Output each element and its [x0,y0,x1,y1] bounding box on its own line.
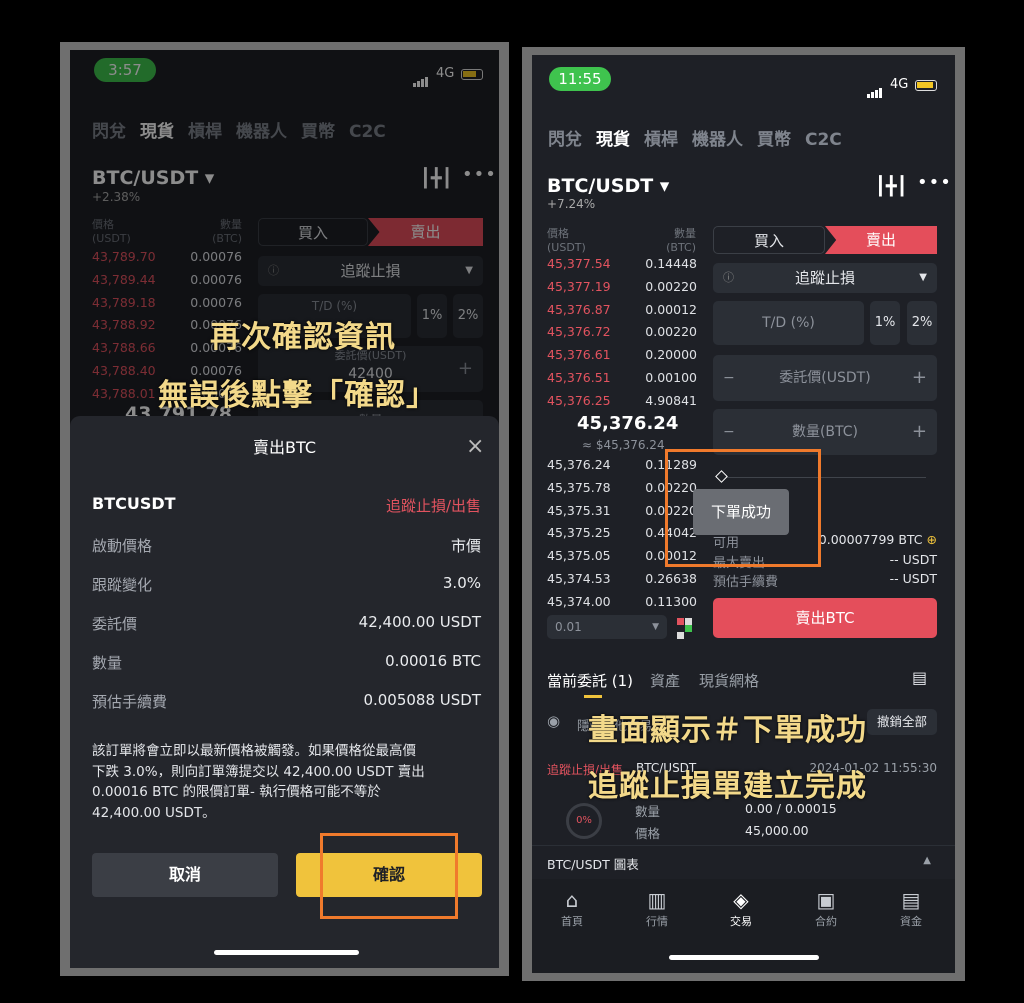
caption-line-1: 再次確認資訊 [210,320,396,355]
sell-btc-button[interactable]: 賣出BTC [713,598,937,638]
ask-row[interactable]: 45,376.72 0.00220 [547,321,697,344]
fee-value: -- USDT [889,571,937,586]
depth-select[interactable]: 0.01 ▼ [547,615,667,639]
header-qty: 數量 (BTC) [666,227,696,254]
nav-wallet[interactable]: ▤ 資金 [881,887,941,929]
candlestick-icon[interactable]: ┃╋┃ [875,176,908,197]
chart-bar[interactable]: BTC/USDT 圖表 ▲ [532,845,955,879]
price-change: +7.24% [547,197,596,211]
tab-spot[interactable]: 現貨 [596,130,630,150]
bid-row[interactable]: 45,374.00 0.11300 [547,591,697,614]
ask-list: 45,377.54 0.14448 45,377.19 0.00220 45,376… [547,253,697,413]
row-label-trigger: 啟動價格 [92,537,153,555]
ask-row[interactable]: 45,376.61 0.20000 [547,344,697,367]
home-indicator [669,955,819,960]
td-input[interactable]: T/D (%) [713,301,864,345]
pair-selector[interactable]: BTC/USDT ▾ [547,175,669,197]
ask-row[interactable]: 45,376.51 0.00100 [547,367,697,390]
order-history-icon[interactable]: ▤ [912,668,927,687]
tab-c2c[interactable]: C2C [805,130,842,150]
chevron-down-icon: ▼ [919,272,927,283]
row-value-trigger: 市價 [450,537,481,555]
home-indicator [214,950,359,955]
network-label: 4G [890,77,909,92]
left-phone-screen: 3:57 4G 閃兌 現貨 槓桿 機器人 買幣 C2C BTC/USDT ▾ +2.38%… [70,50,499,968]
trade-icon: ◈ [733,888,749,912]
buy-tab[interactable]: 買入 [713,226,825,254]
plus-icon[interactable]: + [912,355,927,401]
row-value-fee: 0.005088 USDT [363,691,481,709]
nav-home[interactable]: ⌂ 首頁 [542,887,602,929]
row-label-trailing: 跟蹤變化 [92,576,153,594]
bar-chart-icon: ▥ [647,888,667,912]
chevron-down-icon: ▼ [652,622,659,632]
signal-icon [867,79,883,98]
cancel-all-button[interactable]: 撤銷全部 [867,709,937,735]
row-label-fee: 預估手續費 [92,693,168,711]
sheet-order-kind: 追蹤止損/出售 [385,497,481,515]
row-value-qty: 0.00016 BTC [385,652,481,670]
chevron-up-icon[interactable]: ▲ [923,855,931,866]
home-icon: ⌂ [565,888,579,912]
order-price-label: 價格 [635,826,661,841]
nav-trade[interactable]: ◈ 交易 [711,887,771,929]
check-icon[interactable]: ◉ [547,712,560,730]
tab-buy-crypto[interactable]: 買幣 [757,130,791,150]
row-value-trailing: 3.0% [442,574,481,592]
order-type-select[interactable]: ⓘ 追蹤止損 ▼ [713,263,937,293]
sheet-note: 該訂單將會立即以最新價格被觸發。如果價格從最高價 下跌 3.0%，則向訂單簿提交以… [92,743,425,821]
plus-icon[interactable]: + [912,409,927,455]
info-icon: ⓘ [723,271,734,284]
sheet-symbol: BTCUSDT [92,494,176,513]
sheet-title: 賣出BTC [253,438,316,457]
bid-row[interactable]: 45,374.53 0.26638 [547,568,697,591]
caption-line-2: 追蹤止損單建立完成 [588,769,867,804]
more-icon[interactable]: ••• [917,172,952,193]
ask-row[interactable]: 45,377.19 0.00220 [547,276,697,299]
percent-2-button[interactable]: 2% [907,301,937,345]
close-icon[interactable]: × [466,434,484,459]
nav-markets[interactable]: ▥ 行情 [627,887,687,929]
header-price: 價格 (USDT) [547,227,586,254]
caption-line-1: 畫面顯示＃下單成功 [588,713,867,748]
nav-futures[interactable]: ▣ 合約 [796,887,856,929]
last-price-fiat: ≈ $45,376.24 [582,438,665,452]
ask-row[interactable]: 45,376.25 4.90841 [547,390,697,413]
cancel-button[interactable]: 取消 [92,853,278,897]
add-funds-icon[interactable]: ⊕ [927,532,937,547]
row-value-price: 42,400.00 USDT [358,613,481,631]
status-time: 11:55 [549,67,611,91]
percent-1-button[interactable]: 1% [870,301,900,345]
row-label-price: 委託價 [92,615,138,633]
ask-row[interactable]: 45,376.87 0.00012 [547,299,697,322]
caption-line-2: 無誤後點擊「確認」 [158,378,437,413]
book-layout-icon[interactable] [677,618,693,639]
order-price-value: 45,000.00 [745,823,809,838]
highlight-toast [665,449,821,567]
last-price: 45,376.24 [577,413,679,434]
tab-bot[interactable]: 機器人 [692,130,743,150]
entrust-price-input[interactable]: − 委託價(USDT) + [713,355,937,401]
fill-progress-ring: 0% [566,803,602,839]
market-tabs: 閃兌 現貨 槓桿 機器人 買幣 C2C [548,125,856,150]
ask-row[interactable]: 45,377.54 0.14448 [547,253,697,276]
active-tab-indicator [584,695,602,698]
tab-margin[interactable]: 槓桿 [644,130,678,150]
tab-flash[interactable]: 閃兌 [548,130,582,150]
futures-icon: ▣ [816,888,836,912]
minus-icon[interactable]: − [723,355,735,401]
highlight-confirm [320,833,458,919]
battery-charging-icon [915,80,937,91]
max-sell-value: -- USDT [889,552,937,567]
available-value: 0.00007799 BTC ⊕ [818,532,937,547]
row-label-qty: 數量 [92,654,123,672]
tab-open-orders[interactable]: 當前委託 (1) [547,670,633,691]
wallet-icon: ▤ [901,888,921,912]
sell-tab[interactable]: 賣出 [825,226,937,254]
tab-spot-grid[interactable]: 現貨網格 [699,670,759,691]
tab-assets[interactable]: 資產 [650,670,680,691]
fee-label: 預估手續費 [713,575,779,590]
